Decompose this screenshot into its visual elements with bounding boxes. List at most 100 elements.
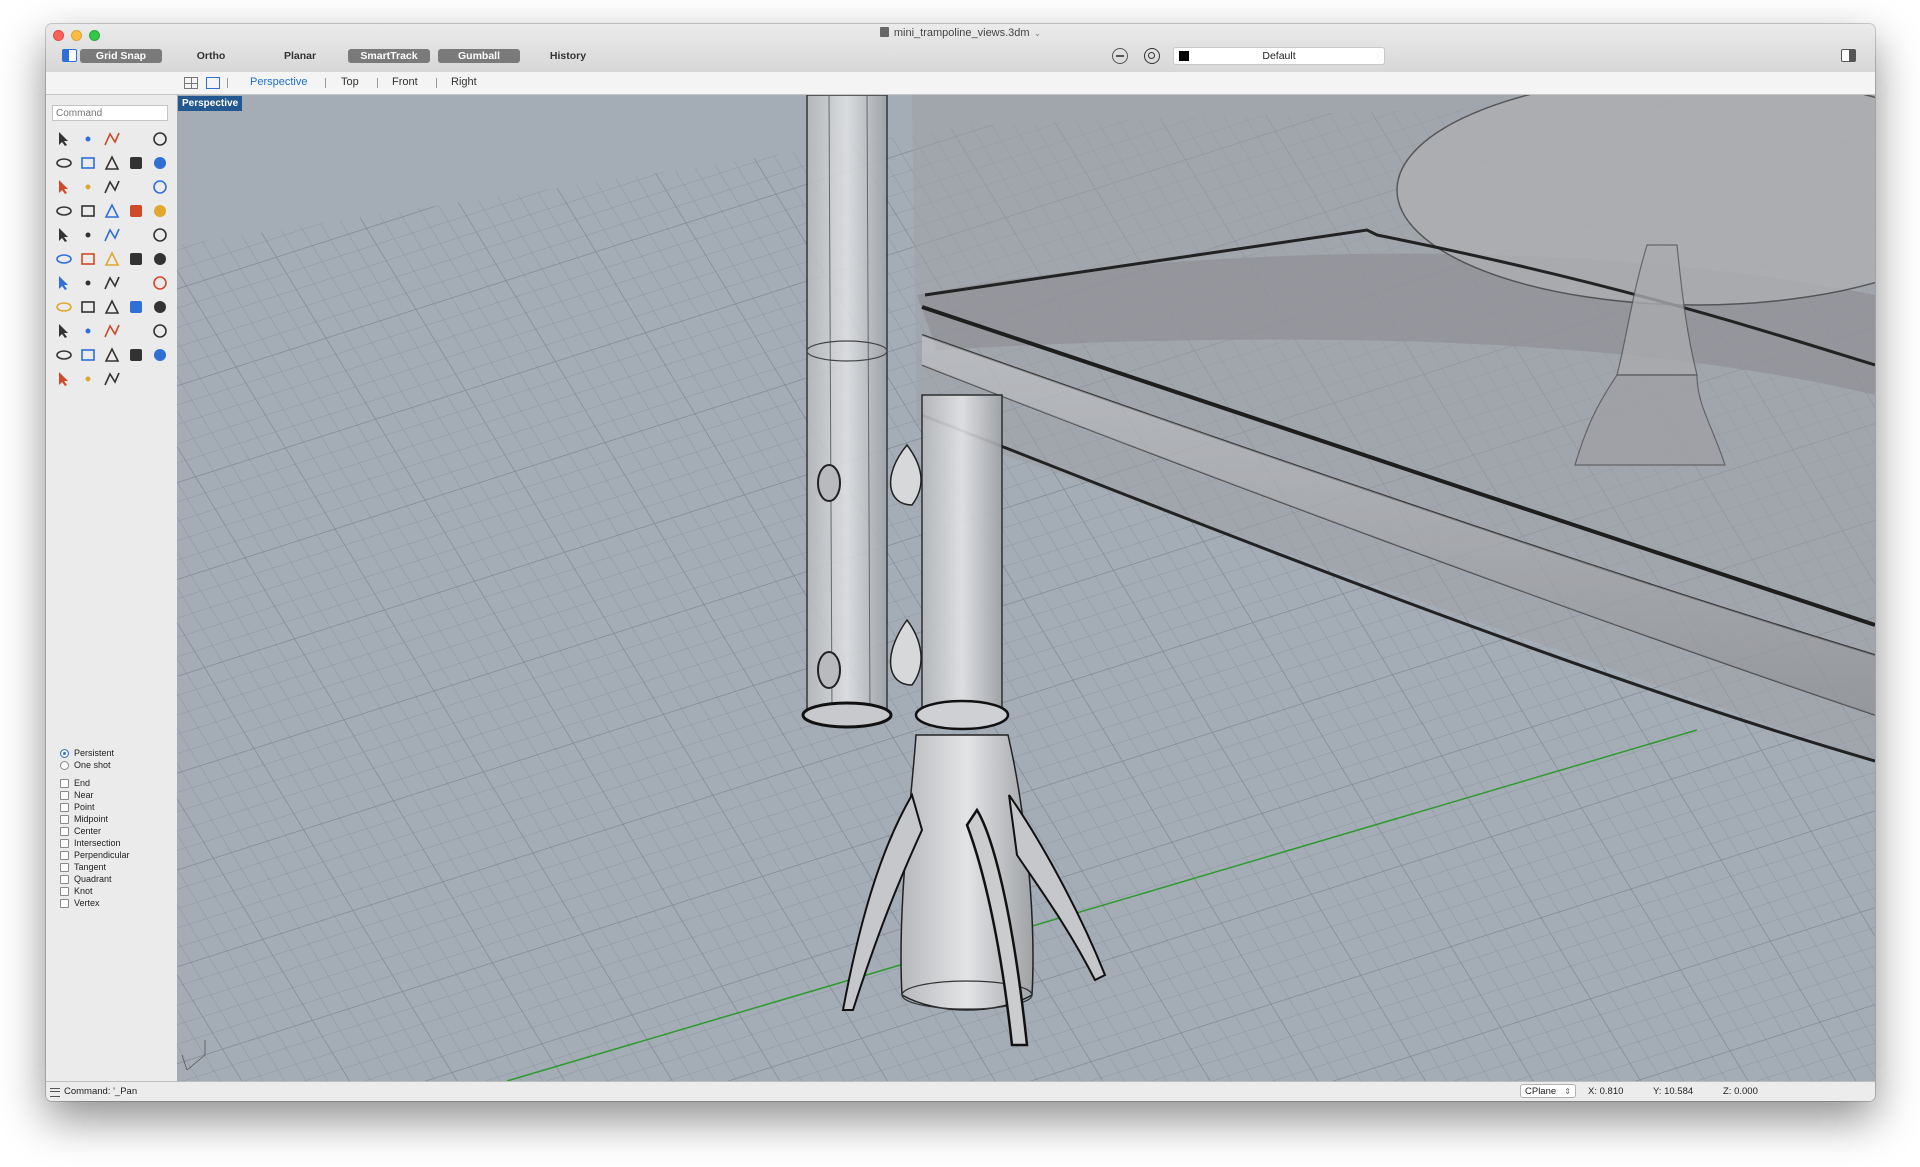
osnap-midpoint[interactable]: Midpoint [60,813,130,825]
cplane-dropdown[interactable]: CPlane ⇕ [1520,1084,1576,1098]
osnap-mode-one-shot[interactable]: One shot [60,759,130,771]
osnap-knot[interactable]: Knot [60,885,130,897]
perspective-viewport[interactable]: Perspective [177,95,1875,1081]
osnap-center[interactable]: Center [60,825,130,837]
osnap-point[interactable]: Point [60,801,130,813]
curve-icon[interactable] [126,129,146,149]
ortho-toggle[interactable]: Ortho [170,49,252,63]
planar-toggle[interactable]: Planar [259,49,341,63]
sphere-icon[interactable] [126,345,146,365]
ellipse-icon[interactable] [54,153,74,173]
car-icon[interactable] [78,321,98,341]
pan-icon[interactable] [54,321,74,341]
dimension-icon[interactable] [150,225,170,245]
gumball-toggle[interactable]: Gumball [438,49,520,63]
single-viewport-layout-icon[interactable] [206,77,220,89]
ruler-icon[interactable] [150,249,170,269]
transform-icon[interactable] [102,249,122,269]
box-icon[interactable] [102,177,122,197]
sidebar-toggle-icon[interactable] [62,49,77,62]
surface-icon[interactable] [54,177,74,197]
group-icon[interactable] [78,225,98,245]
curve-tool-icon[interactable] [102,225,122,245]
osnap-tangent[interactable]: Tangent [60,861,130,873]
text-icon[interactable] [150,201,170,221]
checkbox[interactable] [60,826,69,836]
polygon-icon[interactable] [78,153,98,173]
viewport-title[interactable]: Perspective [178,96,243,111]
zoom-icon[interactable] [78,297,98,317]
checkbox[interactable] [60,862,69,872]
command-input[interactable] [52,105,168,121]
zoom-extents-icon[interactable] [126,297,146,317]
zoom-window-icon[interactable] [102,297,122,317]
history-toggle[interactable]: History [527,49,609,63]
solid-tool-icon[interactable] [126,249,146,269]
window-title[interactable]: mini_trampoline_views.3dm ⌄ [46,27,1875,39]
render-icon[interactable] [54,369,74,389]
tab-top[interactable]: Top [341,76,359,88]
osnap-perpendicular[interactable]: Perpendicular [60,849,130,861]
checkbox[interactable] [60,850,69,860]
mesh-icon[interactable] [78,273,98,293]
arc-icon[interactable] [126,153,146,173]
point-icon[interactable] [78,129,98,149]
light-icon[interactable] [150,321,170,341]
circle-icon[interactable] [150,129,170,149]
tab-front[interactable]: Front [392,76,418,88]
four-viewport-layout-icon[interactable] [184,77,198,89]
polyline-icon[interactable] [102,129,122,149]
osnap-quadrant[interactable]: Quadrant [60,873,130,885]
extrude-surface-icon[interactable] [78,177,98,197]
checkbox[interactable] [60,898,69,908]
osnap-near[interactable]: Near [60,789,130,801]
cylinder-icon[interactable] [150,177,170,197]
marker-icon[interactable] [78,369,98,389]
select-arrow-icon[interactable] [54,129,74,149]
analyze-icon[interactable] [102,273,122,293]
menu-icon[interactable] [50,1088,60,1097]
revolve-icon[interactable] [126,225,146,245]
gear-icon[interactable] [150,345,170,365]
osnap-end[interactable]: End [60,777,130,789]
checkbox[interactable] [60,802,69,812]
array-icon[interactable] [78,249,98,269]
checkbox[interactable] [60,874,69,884]
grid-icon[interactable] [54,273,74,293]
checkbox[interactable] [60,790,69,800]
checkmark-icon[interactable] [126,273,146,293]
osnap-intersection[interactable]: Intersection [60,837,130,849]
rectangle-icon[interactable] [102,153,122,173]
trim-icon[interactable] [126,201,146,221]
viewport-canvas[interactable] [177,95,1875,1081]
nodes-icon[interactable] [126,321,146,341]
hatch-icon[interactable] [54,297,74,317]
layer-icon[interactable] [78,345,98,365]
boolean-icon[interactable] [126,177,146,197]
block-icon[interactable] [102,369,122,389]
lock-icon[interactable] [54,345,74,365]
split-icon[interactable] [102,201,122,221]
plane-surface-icon[interactable] [54,201,74,221]
search-icon[interactable] [150,297,170,317]
control-points-icon[interactable] [102,321,122,341]
panel-toggle-icon[interactable] [1841,49,1856,62]
polygon-count-icon[interactable] [150,273,170,293]
grid-snap-toggle[interactable]: Grid Snap [80,49,162,63]
smarttrack-toggle[interactable]: SmartTrack [348,49,430,63]
command-history[interactable]: Command: '_Pan [64,1086,137,1097]
text-object-icon[interactable] [54,225,74,245]
osnap-vertex[interactable]: Vertex [60,897,130,909]
tab-perspective[interactable]: Perspective [250,76,307,88]
color-wheel-icon[interactable] [102,345,122,365]
radio-button[interactable] [60,748,69,758]
explode-icon[interactable] [78,201,98,221]
radio-button[interactable] [60,760,69,770]
checkbox[interactable] [60,886,69,896]
move-icon[interactable] [54,249,74,269]
layer-selector[interactable]: Default [1173,47,1385,65]
checkbox[interactable] [60,778,69,788]
osnap-mode-persistent[interactable]: Persistent [60,747,130,759]
fillet-curve-icon[interactable] [150,153,170,173]
record-history-icon[interactable] [1112,48,1128,64]
